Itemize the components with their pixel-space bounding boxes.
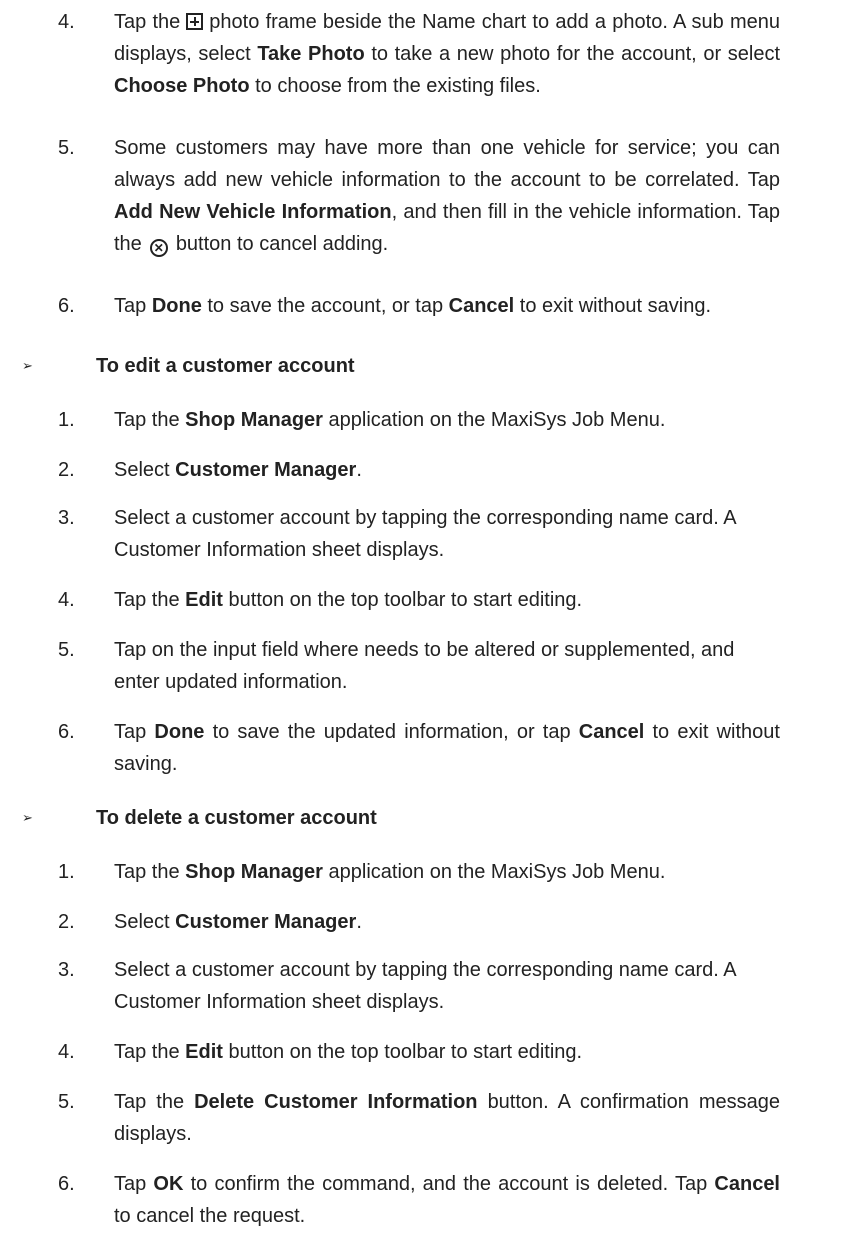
edit-section-heading: ➢ To edit a customer account (22, 350, 782, 382)
manual-page: 4. Tap the photo frame beside the Name ch… (0, 0, 846, 1248)
step-number: 6. (58, 295, 75, 317)
done-label: Done (151, 295, 202, 317)
cancel-label: Cancel (448, 295, 515, 317)
edit-step-3: 3. Select a customer account by tapping … (58, 507, 736, 561)
add-account-step-4: 4. Tap the photo frame beside the Name ch… (58, 6, 780, 102)
delete-step-4: 4. Tap the Edit button on the top toolba… (58, 1041, 583, 1063)
arrow-bullet-icon: ➢ (22, 810, 33, 825)
edit-step-6: 6. Tap Done to save the updated informat… (58, 721, 780, 775)
edit-step-4: 4. Tap the Edit button on the top toolba… (58, 589, 583, 611)
step-number: 5. (58, 137, 75, 159)
take-photo-label: Take Photo (257, 43, 365, 65)
choose-photo-label: Choose Photo (114, 75, 250, 97)
delete-step-3: 3. Select a customer account by tapping … (58, 959, 736, 1013)
plus-box-icon (186, 13, 204, 30)
add-account-step-6: 6. Tap Done to save the account, or tap … (58, 290, 780, 322)
arrow-bullet-icon: ➢ (22, 358, 33, 373)
x-circle-icon: ✕ (149, 239, 168, 257)
add-new-vehicle-label: Add New Vehicle Information (114, 201, 392, 223)
add-account-step-5: 5. Some customers may have more than one… (58, 132, 780, 260)
delete-step-6: 6. Tap OK to confirm the command, and th… (58, 1173, 780, 1227)
edit-step-2: 2. Select Customer Manager. (58, 459, 362, 481)
delete-step-2: 2. Select Customer Manager. (58, 911, 362, 933)
edit-step-1: 1. Tap the Shop Manager application on t… (58, 409, 666, 431)
step-number: 4. (58, 11, 75, 33)
edit-step-5: 5. Tap on the input field where needs to… (58, 639, 735, 693)
delete-section-heading: ➢ To delete a customer account (22, 802, 782, 834)
delete-step-1: 1. Tap the Shop Manager application on t… (58, 861, 666, 883)
delete-step-5: 5. Tap the Delete Customer Information b… (58, 1091, 781, 1145)
